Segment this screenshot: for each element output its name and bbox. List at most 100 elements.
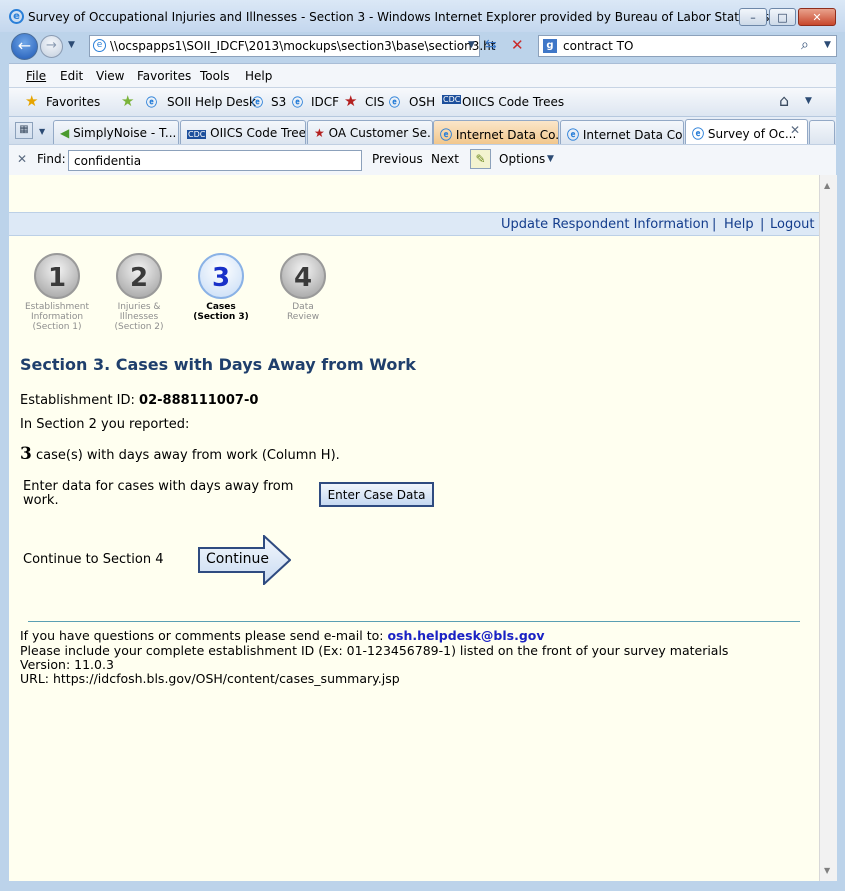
fav-s3[interactable]: S3 — [271, 95, 286, 109]
logout-link[interactable]: Logout — [770, 217, 815, 232]
tab-simplynoise[interactable]: ◀ SimplyNoise - T... — [53, 120, 179, 145]
star-icon: ★ — [344, 92, 358, 110]
new-tab-button[interactable] — [809, 120, 835, 145]
fav-cis[interactable]: CIS — [365, 95, 385, 109]
forward-button[interactable]: → — [40, 35, 63, 58]
enter-data-text: Enter data for cases with days away from… — [23, 480, 293, 508]
step-label-line: Illnesses — [119, 312, 159, 322]
tab-oa-customer-service[interactable]: ★ OA Customer Se... — [307, 120, 433, 145]
step-label-line: Injuries & — [117, 302, 161, 312]
step-1-circle: 1 — [34, 253, 80, 299]
close-tab-icon[interactable]: ✕ — [790, 123, 800, 137]
footer-questions: If you have questions or comments please… — [20, 628, 545, 643]
ie-logo-icon: e — [9, 9, 24, 24]
enter-case-data-button[interactable]: Enter Case Data — [319, 482, 434, 507]
page-title: Section 3. Cases with Days Away from Wor… — [20, 355, 416, 374]
find-label: Find: — [37, 152, 66, 166]
update-respondent-link[interactable]: Update Respondent Information — [501, 217, 709, 232]
history-dropdown-icon[interactable]: ▼ — [68, 40, 75, 50]
continue-button-label: Continue — [206, 551, 269, 567]
page-icon: ⓔ — [292, 96, 303, 109]
stop-icon[interactable]: ✕ — [511, 36, 524, 54]
page-content: Update Respondent Information | Help | L… — [9, 175, 819, 881]
tab-list-dropdown-icon[interactable]: ▼ — [39, 127, 45, 136]
home-icon[interactable]: ⌂ — [779, 91, 789, 110]
footer-questions-text: If you have questions or comments please… — [20, 628, 384, 643]
scroll-up-icon[interactable]: ▲ — [824, 181, 830, 190]
page-icon: ⓔ — [252, 96, 263, 109]
refresh-icon[interactable]: ⇆ — [485, 37, 497, 53]
fav-idcf[interactable]: IDCF — [311, 95, 339, 109]
tab-internet-data-collection-2[interactable]: ⓔ Internet Data Co... — [560, 120, 684, 145]
close-find-icon[interactable]: ✕ — [17, 152, 27, 166]
add-favorite-icon[interactable]: ★ — [121, 92, 134, 110]
page-icon: e — [93, 39, 106, 52]
search-dropdown-icon[interactable]: ▼ — [824, 40, 831, 50]
footer-version: Version: 11.0.3 — [20, 657, 114, 672]
link-separator: | — [712, 217, 717, 232]
step-2-label: Injuries & Illnesses (Section 2) — [99, 302, 179, 332]
highlight-icon[interactable]: ✎ — [470, 149, 491, 169]
link-separator: | — [760, 217, 765, 232]
step-4-label: Data Review — [263, 302, 343, 322]
address-bar[interactable]: e \\ocspapps1\SOII_IDCF\2013\mockups\sec… — [89, 35, 496, 57]
step-2-circle: 2 — [116, 253, 162, 299]
menu-favorites[interactable]: Favorites — [137, 69, 191, 83]
menu-edit[interactable]: Edit — [60, 69, 83, 83]
window-bottom-frame — [0, 881, 845, 891]
step-label-line: (Section 2) — [114, 322, 164, 332]
cdc-icon: CDC — [187, 130, 207, 139]
google-icon: g — [543, 39, 557, 53]
tab-label: Internet Data Co... — [455, 128, 559, 142]
fav-soii-help-desk[interactable]: SOII Help Desk — [167, 95, 256, 109]
speaker-icon: ◀ — [60, 126, 70, 140]
minimize-button[interactable]: – — [739, 8, 767, 26]
step-3-label: Cases (Section 3) — [181, 302, 261, 322]
menu-view[interactable]: View — [96, 69, 124, 83]
step-label-line: Data — [292, 302, 314, 312]
tab-label: Survey of Oc... — [707, 127, 797, 141]
continue-button[interactable]: Continue — [198, 533, 292, 587]
page-icon: ⓔ — [692, 127, 705, 141]
address-dropdown-icon[interactable]: ▼ — [468, 40, 475, 50]
tab-internet-data-collection-1[interactable]: ⓔ Internet Data Co... — [433, 120, 559, 145]
page-icon: ⓔ — [567, 128, 580, 142]
back-button[interactable]: ← — [11, 33, 38, 60]
tab-label: Internet Data Co... — [582, 128, 684, 142]
options-dropdown-icon[interactable]: ▼ — [547, 154, 554, 164]
case-count: 3 — [20, 444, 32, 464]
favorites-button[interactable]: Favorites — [46, 95, 100, 109]
reported-text: In Section 2 you reported: — [20, 417, 190, 432]
menu-file[interactable]: File — [26, 69, 46, 83]
close-window-button[interactable]: ✕ — [798, 8, 836, 26]
tab-oiics-code-trees[interactable]: CDC OIICS Code Trees — [180, 120, 306, 145]
search-icon[interactable]: ⌕ — [801, 37, 809, 53]
scroll-down-icon[interactable]: ▼ — [824, 866, 830, 875]
search-text: contract TO — [563, 39, 634, 53]
find-input[interactable] — [68, 150, 362, 171]
find-next-button[interactable]: Next — [431, 152, 459, 166]
case-count-text: case(s) with days away from work (Column… — [35, 448, 340, 463]
menu-help[interactable]: Help — [245, 69, 272, 83]
enter-data-line: Enter data for cases with days away from — [23, 479, 294, 494]
establishment-id-line: Establishment ID: 02-888111007-0 — [20, 393, 258, 408]
menu-tools[interactable]: Tools — [200, 69, 230, 83]
quick-tabs-icon[interactable]: ▦ — [15, 122, 33, 139]
fav-osh[interactable]: OSH — [409, 95, 435, 109]
page-icon: ⓔ — [440, 128, 453, 142]
maximize-button[interactable]: □ — [769, 8, 796, 26]
find-options-button[interactable]: Options — [499, 152, 545, 166]
step-label-line: Establishment — [24, 302, 90, 312]
home-dropdown-icon[interactable]: ▼ — [805, 96, 812, 106]
help-link[interactable]: Help — [724, 217, 754, 232]
fav-oiics-code-trees[interactable]: OIICS Code Trees — [462, 95, 564, 109]
find-previous-button[interactable]: Previous — [372, 152, 423, 166]
helpdesk-email-link[interactable]: osh.helpdesk@bls.gov — [387, 628, 544, 643]
divider — [28, 621, 800, 622]
step-label-line: Information — [30, 312, 84, 322]
favorites-bar: ★ Favorites ★ ⓔ SOII Help Desk ⓔ S3 ⓔ ID… — [9, 87, 836, 116]
vertical-scrollbar[interactable]: ▲ ▼ — [819, 175, 837, 881]
search-box[interactable]: g contract TO ⌕ ▼ — [538, 35, 837, 57]
enter-data-line: work. — [23, 493, 59, 508]
cdc-icon: CDC — [442, 95, 462, 104]
